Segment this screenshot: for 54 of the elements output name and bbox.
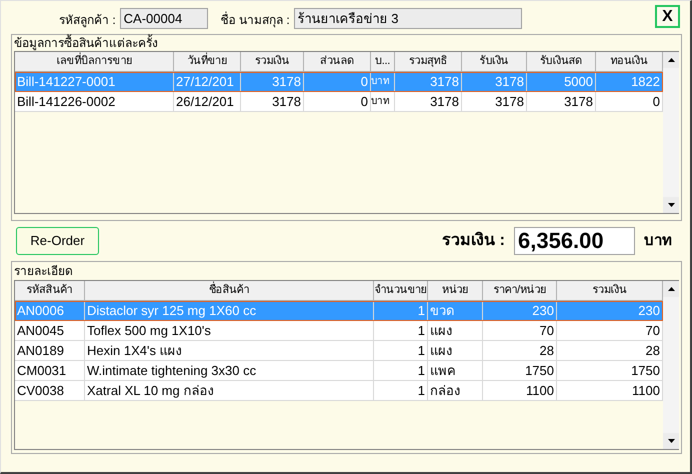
table-row[interactable]: Bill-141226-0002 26/12/201 3178 0 บาท 3178 3178 3178 0 [15,92,663,112]
table-row[interactable]: AN0189 Hexin 1X4's แผง 1 แผง 28 28 [15,341,663,361]
column-header[interactable]: บ... [371,52,395,72]
table-row[interactable]: CM0031 W.intimate tightening 3x30 cc 1 แพค 1750 1750 [15,361,663,381]
scroll-down-button[interactable] [663,433,679,449]
table-cell: 1100 [483,381,557,401]
down-arrow-icon [668,439,674,443]
scroll-up-button[interactable] [663,52,679,68]
column-header[interactable]: รวมสุทธิ [395,52,462,72]
column-header[interactable]: รับเงิน [462,52,527,72]
up-arrow-icon [668,58,674,62]
group-title: รายละเอียด [14,263,74,280]
reorder-button[interactable]: Re-Order [16,227,99,255]
table-row[interactable]: AN0045 Toflex 500 mg 1X10's 1 แผง 70 70 [15,321,663,341]
field-label: ชื่อ นามสกุล : [220,11,290,29]
column-header[interactable]: หน่วย [428,281,483,301]
field-label: รหัสลูกค้า : [59,12,116,29]
scrollbar[interactable] [663,281,679,449]
table-cell: 26/12/201 [174,92,241,112]
table-row[interactable]: CV0038 Xatral XL 10 mg กล่อง 1 กล่อง 1100 1100 [15,381,663,401]
close-button[interactable]: X [655,5,680,28]
column-header[interactable]: จำนวนขาย [374,281,428,301]
scrollbar[interactable] [663,52,679,213]
column-header[interactable]: ส่วนลด [304,52,371,72]
table-cell: บาท [371,92,395,112]
customer-name-field[interactable]: ร้านยาเครือข่าย 3 [294,8,522,29]
column-header[interactable]: เลขที่บิลการขาย [15,52,174,72]
currency-label: บาท [644,230,672,251]
total-field: 6,356.00 [514,227,635,255]
table-cell: Xatral XL 10 mg กล่อง [85,381,374,401]
table-cell: Bill-141226-0002 [15,92,174,112]
column-header[interactable]: รหัสสินค้า [15,281,85,301]
column-header[interactable]: วันที่ขาย [174,52,241,72]
table-cell: กล่อง [428,381,483,401]
table-cell: 3178 [241,92,304,112]
table-cell: 1 [374,381,428,401]
column-header[interactable]: ราคา/หน่วย [483,281,557,301]
table-cell: 0 [304,92,371,112]
column-header[interactable]: รวมเงิน [557,281,663,301]
column-header[interactable]: ทอนเงิน [596,52,663,72]
column-header[interactable]: รวมเงิน [241,52,304,72]
table-cell: CV0038 [15,381,85,401]
scroll-up-button[interactable] [663,281,679,297]
table-cell: 3178 [395,92,462,112]
table-cell: 3178 [462,92,527,112]
table-cell: 3178 [527,92,596,112]
column-header[interactable]: รับเงินสด [527,52,596,72]
scroll-down-button[interactable] [663,197,679,213]
column-header[interactable]: ชื่อสินค้า [85,281,374,301]
customer-code-field[interactable]: CA-00004 [120,8,208,29]
down-arrow-icon [668,203,674,207]
group-title: ข้อมูลการซื้อสินค้าแต่ละครั้ง [14,35,159,51]
up-arrow-icon [668,287,674,291]
total-label: รวมเงิน : [442,230,505,251]
